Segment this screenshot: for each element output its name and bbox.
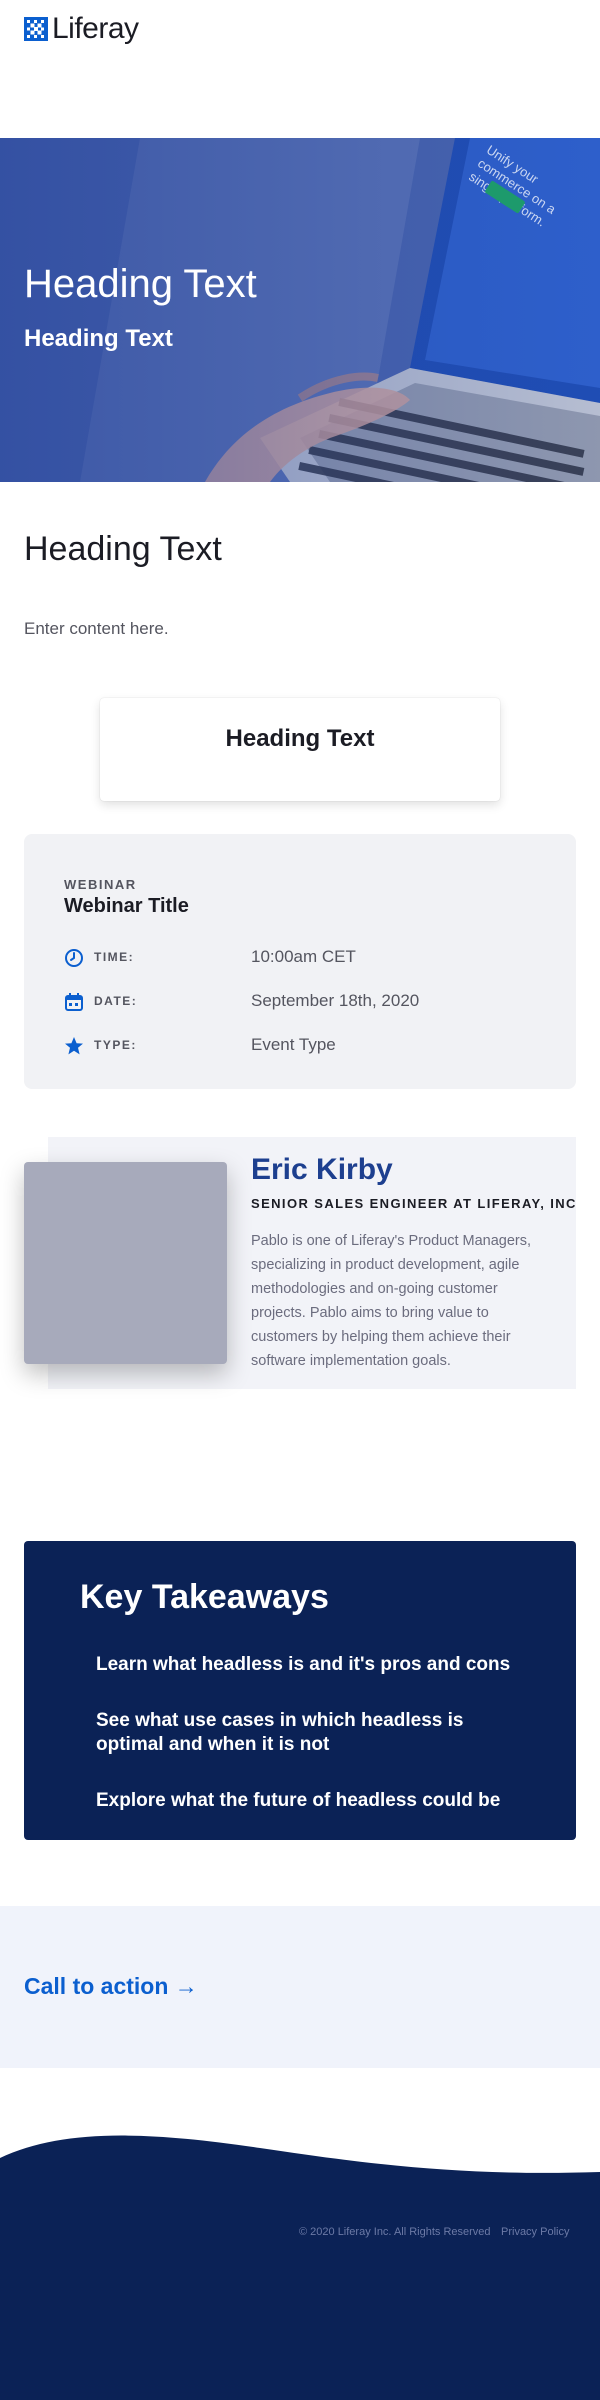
card-title: Heading Text — [225, 725, 375, 752]
takeaway-item: Explore what the future of headless coul… — [96, 1790, 501, 1811]
cta-section: Call to action → — [0, 1906, 600, 2068]
hero-banner: Unify your commerce on a single platform… — [0, 138, 600, 482]
liferay-logo[interactable]: Liferay — [24, 14, 139, 44]
webinar-time-value: 10:00am CET — [251, 947, 356, 966]
section-body-text: Enter content here. — [24, 619, 169, 638]
speaker-name: Eric Kirby — [251, 1153, 393, 1186]
logo-text: Liferay — [52, 12, 139, 45]
site-header: Liferay — [0, 0, 600, 60]
heading-card: Heading Text — [100, 698, 500, 801]
calendar-icon — [65, 993, 83, 1011]
takeaways-title: Key Takeaways — [80, 1578, 329, 1616]
webinar-date-label: DATE: — [94, 994, 138, 1008]
hero-title: Heading Text — [24, 262, 257, 306]
webinar-details: WEBINAR Webinar Title TIME: 10:00am CET … — [24, 834, 576, 1089]
section-heading: Heading Text — [24, 530, 222, 568]
liferay-logo-icon — [24, 17, 48, 41]
star-icon — [65, 1037, 83, 1055]
webinar-type-value: Event Type — [251, 1035, 336, 1054]
clock-icon — [65, 949, 83, 967]
webinar-date-row: DATE: September 18th, 2020 — [64, 990, 544, 1014]
hero-subtitle: Heading Text — [24, 325, 173, 352]
takeaway-item: See what use cases in which headless is … — [96, 1710, 464, 1755]
webinar-type-row: TYPE: Event Type — [64, 1034, 544, 1058]
webinar-eyebrow: WEBINAR — [64, 877, 137, 892]
call-to-action-link[interactable]: Call to action → — [24, 1971, 198, 2001]
footer-wave — [0, 2135, 600, 2400]
webinar-type-label: TYPE: — [94, 1038, 137, 1052]
webinar-time-row: TIME: 10:00am CET — [64, 946, 544, 970]
speaker-bio: Pablo is one of Liferay's Product Manage… — [251, 1233, 532, 1369]
webinar-title: Webinar Title — [64, 895, 189, 917]
webinar-date-value: September 18th, 2020 — [251, 991, 420, 1010]
site-footer — [0, 2130, 600, 2400]
key-takeaways: Key Takeaways Learn what headless is and… — [24, 1541, 576, 1840]
speaker-photo — [24, 1162, 227, 1364]
privacy-policy-link[interactable]: Privacy Policy — [501, 2226, 569, 2238]
takeaway-item: Learn what headless is and it's pros and… — [96, 1654, 511, 1675]
webinar-time-label: TIME: — [94, 950, 135, 964]
speaker-role: SENIOR SALES ENGINEER AT LIFERAY, INC — [251, 1196, 577, 1211]
footer-copyright: © 2020 Liferay Inc. All Rights Reserved — [299, 2226, 491, 2238]
